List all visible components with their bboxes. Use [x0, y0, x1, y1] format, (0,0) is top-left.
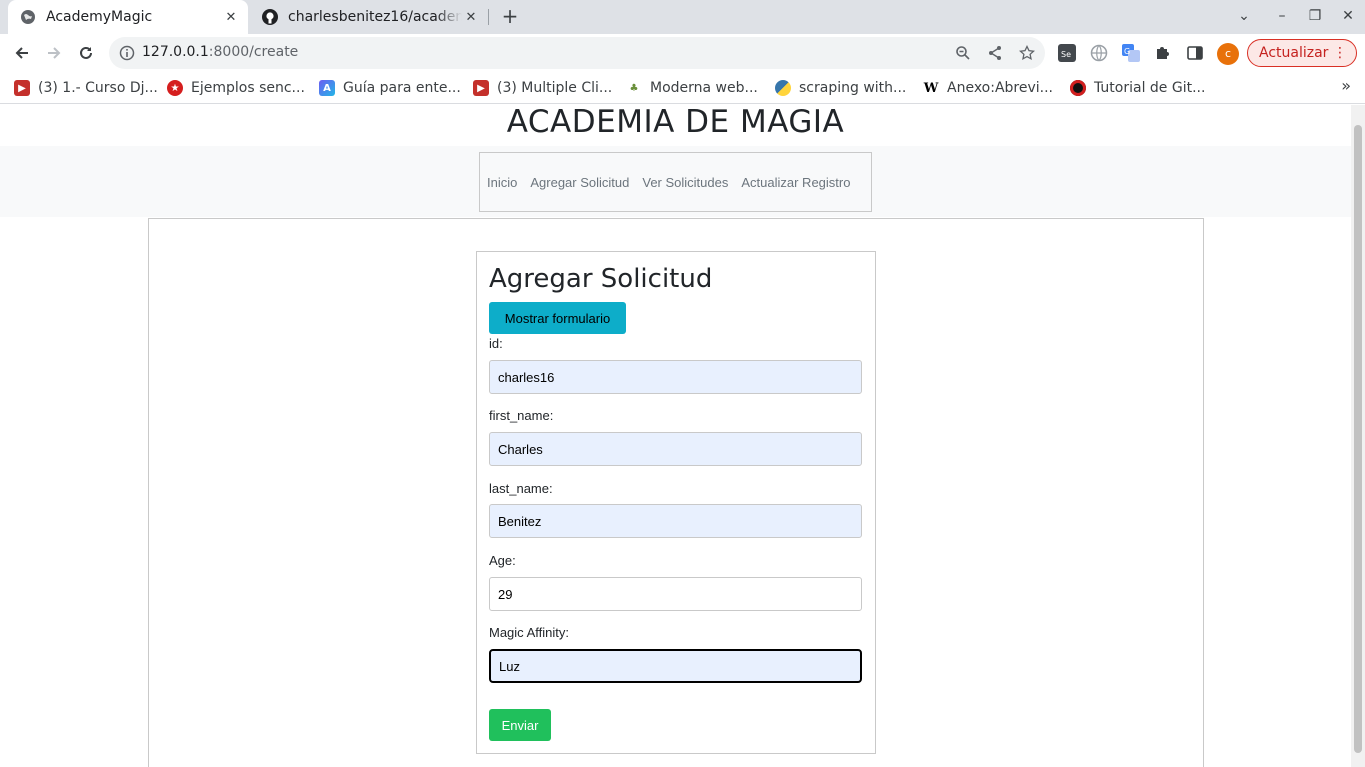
bookmark-label: Ejemplos senc... [191, 80, 305, 96]
youtube-icon: ▶ [14, 80, 30, 96]
tab-title: AcademyMagic [46, 9, 153, 25]
red-black-circle-icon [1070, 80, 1086, 96]
scrollbar-thumb[interactable] [1354, 125, 1362, 753]
bookmark-item[interactable]: Tutorial de Git... [1070, 77, 1205, 99]
page-scrollbar[interactable] [1351, 105, 1365, 767]
url-path: :8000/create [208, 44, 299, 60]
python-icon [775, 80, 791, 96]
bookmark-label: Anexo:Abrevi... [947, 80, 1054, 96]
bookmark-label: scraping with... [799, 80, 907, 96]
red-circle-icon: ★ [167, 80, 183, 96]
new-tab-icon[interactable]: + [499, 5, 521, 27]
selenium-extension-icon[interactable]: Se [1057, 43, 1077, 63]
close-icon[interactable]: ✕ [462, 8, 480, 26]
forward-icon[interactable] [42, 41, 66, 65]
bookmark-item[interactable]: scraping with... [775, 77, 906, 99]
magic-affinity-label: Magic Affinity: [489, 625, 569, 640]
extensions-puzzle-icon[interactable] [1153, 43, 1173, 63]
nav-link-ver-solicitudes[interactable]: Ver Solicitudes [642, 175, 728, 190]
close-icon[interactable]: ✕ [222, 8, 240, 26]
github-icon [262, 9, 278, 25]
tab-title: charlesbenitez16/academ [288, 9, 462, 25]
address-bar[interactable]: 127.0.0.1:8000/create [109, 37, 1045, 69]
svg-text:G: G [1124, 47, 1130, 56]
magic-affinity-field[interactable]: Luz [489, 649, 862, 683]
tab-separator [488, 9, 489, 25]
age-label: Age: [489, 553, 516, 568]
tab-strip: AcademyMagic ✕ charlesbenitez16/academ ✕… [0, 0, 1365, 34]
bookmark-item[interactable]: W Anexo:Abrevi... [923, 77, 1053, 99]
bookmark-item[interactable]: ♣ Moderna web... [626, 77, 758, 99]
age-field[interactable]: 29 [489, 577, 862, 611]
url-host: 127.0.0.1 [142, 44, 209, 60]
first-name-field[interactable]: Charles [489, 432, 862, 466]
star-icon[interactable] [1019, 45, 1035, 61]
bookmark-label: (3) Multiple Cli... [497, 80, 613, 96]
first-name-label: first_name: [489, 408, 554, 423]
id-field[interactable]: charles16 [489, 360, 862, 394]
nav-link-actualizar-registro[interactable]: Actualizar Registro [741, 175, 850, 190]
bookmark-label: Tutorial de Git... [1094, 80, 1206, 96]
id-label: id: [489, 336, 503, 351]
youtube-icon: ▶ [473, 80, 489, 96]
info-icon[interactable] [119, 45, 135, 61]
share-icon[interactable] [987, 45, 1003, 61]
form-card: Agregar Solicitud Mostrar formulario id:… [476, 251, 876, 754]
bookmark-label: (3) 1.- Curso Dj... [38, 80, 158, 96]
translate-extension-icon[interactable]: G [1121, 43, 1141, 63]
last-name-label: last_name: [489, 481, 553, 496]
submit-button[interactable]: Enviar [489, 709, 551, 741]
wikipedia-icon: W [923, 80, 939, 96]
last-name-field[interactable]: Benitez [489, 504, 862, 538]
bookmark-item[interactable]: A Guía para ente... [319, 77, 461, 99]
profile-avatar[interactable]: c [1217, 43, 1239, 65]
nav-link-inicio[interactable]: Inicio [487, 175, 517, 190]
side-panel-icon[interactable] [1185, 43, 1205, 63]
bookmark-item[interactable]: ▶ (3) 1.- Curso Dj... [14, 77, 158, 99]
window-close-icon[interactable]: ✕ [1338, 6, 1358, 26]
minimize-icon[interactable]: – [1272, 6, 1292, 26]
tree-icon: ♣ [626, 80, 642, 96]
globe-extension-icon[interactable] [1089, 43, 1109, 63]
url-text: 127.0.0.1:8000/create [142, 44, 298, 60]
globe-icon [20, 9, 36, 25]
page-viewport: ACADEMIA DE MAGIA Inicio Agregar Solicit… [0, 105, 1351, 767]
bookmark-label: Moderna web... [650, 80, 758, 96]
show-form-button[interactable]: Mostrar formulario [489, 302, 626, 334]
blue-a-icon: A [319, 80, 335, 96]
bookmark-item[interactable]: ★ Ejemplos senc... [167, 77, 305, 99]
reload-icon[interactable] [74, 41, 98, 65]
form-heading: Agregar Solicitud [489, 264, 713, 294]
chevron-double-right-icon[interactable]: » [1341, 76, 1351, 95]
zoom-icon[interactable] [955, 45, 971, 61]
bookmarks-bar: ▶ (3) 1.- Curso Dj... ★ Ejemplos senc...… [0, 72, 1365, 104]
tab-github[interactable]: charlesbenitez16/academ ✕ [250, 0, 488, 34]
update-button[interactable]: Actualizar ⋮ [1247, 39, 1357, 67]
nav-link-agregar-solicitud[interactable]: Agregar Solicitud [530, 175, 629, 190]
browser-toolbar: 127.0.0.1:8000/create Se G c Actualizar … [0, 34, 1365, 72]
bookmark-item[interactable]: ▶ (3) Multiple Cli... [473, 77, 612, 99]
bookmark-label: Guía para ente... [343, 80, 461, 96]
update-label: Actualizar [1259, 45, 1329, 61]
tab-academymagic[interactable]: AcademyMagic ✕ [8, 0, 248, 34]
navbar: Inicio Agregar Solicitud Ver Solicitudes… [479, 152, 872, 212]
site-title: ACADEMIA DE MAGIA [506, 105, 845, 140]
restore-icon[interactable]: ❐ [1305, 6, 1325, 26]
chevron-down-icon[interactable]: ⌄ [1234, 6, 1254, 26]
back-icon[interactable] [10, 41, 34, 65]
more-vert-icon: ⋮ [1333, 45, 1347, 61]
svg-text:Se: Se [1061, 50, 1071, 59]
